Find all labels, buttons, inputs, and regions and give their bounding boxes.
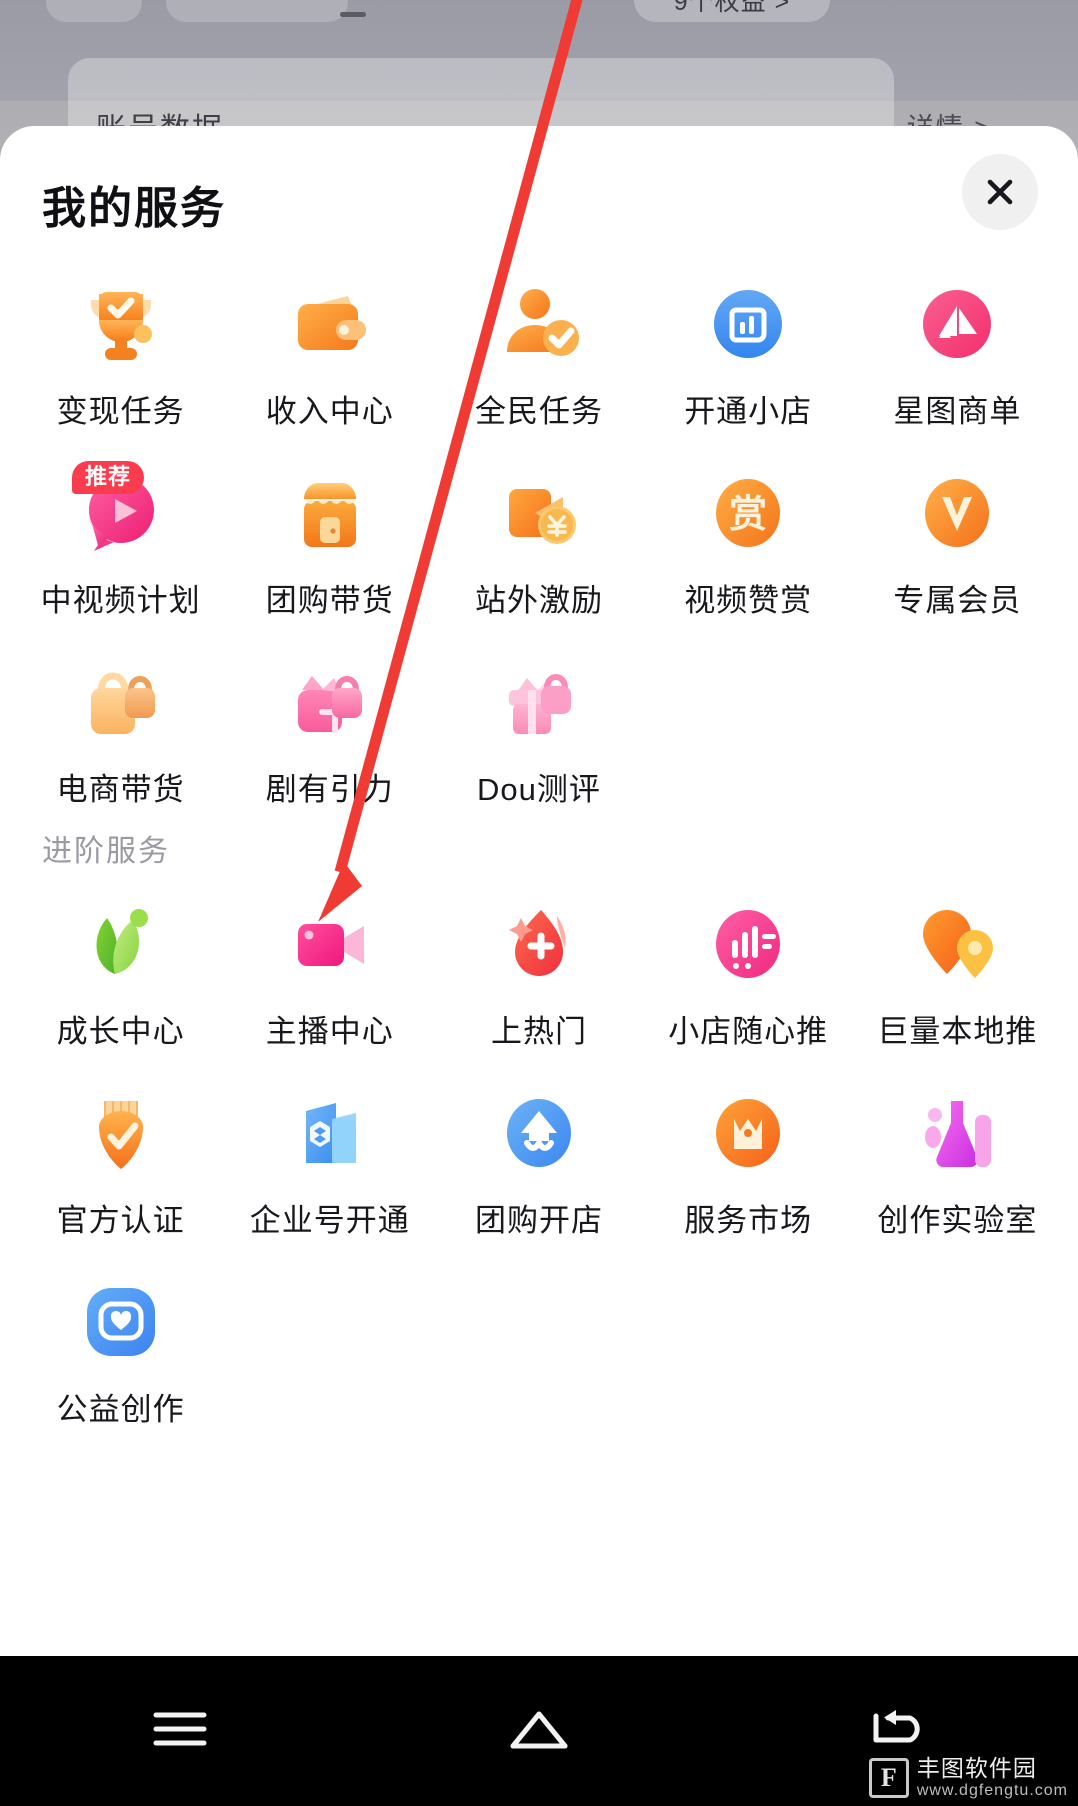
watermark-logo: F [868,1757,909,1798]
watermark-line1: 丰图软件园 [916,1755,1037,1782]
service-item-label: 巨量本地推 [877,1014,1038,1049]
service-item-团购带货[interactable]: 团购带货 [225,465,434,620]
charity-heart-icon [73,1274,169,1370]
service-item-主播中心[interactable]: 主播中心 [225,896,434,1051]
service-item-服务市场[interactable]: 服务市场 [644,1085,853,1240]
service-item-label: 小店随心推 [668,1014,829,1049]
location-pins-icon [909,896,1005,992]
background-dash [340,12,366,17]
service-item-上热门[interactable]: 上热门 [434,896,643,1051]
xingtu-star-icon [909,276,1005,372]
service-item-专属会员[interactable]: 专属会员 [853,465,1062,620]
service-item-label: 服务市场 [684,1203,813,1238]
service-item-巨量本地推[interactable]: 巨量本地推 [853,896,1062,1051]
background-pill-mid [166,0,348,22]
service-item-label: 站外激励 [474,583,603,618]
gift-box-icon [491,654,587,750]
video-camera-icon [282,896,378,992]
service-item-Dou测评[interactable]: Dou测评 [434,654,643,809]
service-item-全民任务[interactable]: 全民任务 [434,276,643,431]
service-item-label: 变现任务 [56,394,185,429]
service-item-label: 团购带货 [265,583,394,618]
my-services-grid: 变现任务 收入中心 全民任务 开通小店 星图商单 推荐中视频计划 团购带货 站外… [0,276,1078,809]
service-item-label: Dou测评 [477,772,601,807]
service-item-公益创作[interactable]: 公益创作 [16,1274,225,1429]
service-item-团购开店[interactable]: 团购开店 [434,1085,643,1240]
person-check-icon [491,276,587,372]
recommend-badge: 推荐 [72,461,145,495]
service-item-label: 电商带货 [56,772,185,807]
vip-v-icon [909,465,1005,561]
close-icon [980,172,1020,212]
service-item-label: 中视频计划 [40,583,201,618]
watermark: F 丰图软件园 www.dgfengtu.com [868,1755,1068,1800]
background-rights-pill: 9个权益 > [634,0,830,22]
home-button[interactable] [479,1691,599,1771]
video-yuan-icon [491,465,587,561]
service-item-小店随心推[interactable]: 小店随心推 [644,896,853,1051]
hamburger-icon [150,1707,210,1756]
promo-chart-icon [700,896,796,992]
service-item-label: 团购开店 [474,1203,603,1238]
service-item-成长中心[interactable]: 成长中心 [16,896,225,1051]
service-item-label: 官方认证 [56,1203,185,1238]
douyin-shop-icon [700,276,796,372]
watermark-line2: www.dgfengtu.com [916,1781,1068,1799]
trophy-check-icon [73,276,169,372]
reward-shang-icon: 赏 [700,465,796,561]
service-item-站外激励[interactable]: 站外激励 [434,465,643,620]
advanced-services-grid: 成长中心 主播中心 上热门 小店随心推 巨量本地推 官方认证 企业号开通 团购开… [0,896,1078,1429]
green-leaf-icon [73,896,169,992]
service-item-label: 视频赞赏 [684,583,813,618]
my-services-sheet: 我的服务 变现任务 收入中心 全民任务 开通小店 星图商单 推荐 中视频计划 团… [0,126,1078,1466]
service-item-label: 主播中心 [265,1014,394,1049]
service-item-中视频计划[interactable]: 推荐中视频计划 [16,461,225,620]
service-market-icon [700,1085,796,1181]
service-item-label: 专属会员 [893,583,1022,618]
service-item-变现任务[interactable]: 变现任务 [16,276,225,431]
service-item-label: 企业号开通 [249,1203,410,1238]
service-item-企业号开通[interactable]: 企业号开通 [225,1085,434,1240]
group-buy-icon [491,1085,587,1181]
service-item-label: 开通小店 [684,394,813,429]
sheet-title: 我的服务 [42,184,226,233]
service-item-星图商单[interactable]: 星图商单 [853,276,1062,431]
service-item-视频赞赏[interactable]: 赏视频赞赏 [644,465,853,620]
advanced-services-heading: 进阶服务 [42,835,170,868]
wallet-icon [282,276,378,372]
menu-button[interactable] [120,1691,240,1771]
service-item-label: 全民任务 [474,394,603,429]
shopping-bag-icon [73,654,169,750]
service-item-label: 创作实验室 [877,1203,1038,1238]
back-arrow-icon [866,1706,930,1757]
service-item-label: 上热门 [490,1014,587,1049]
enterprise-icon [282,1085,378,1181]
close-button[interactable] [962,154,1038,230]
screen-root: 9个权益 > 账号数据 详情 > 我的服务 变现任务 收入中心 [0,0,1078,1806]
service-item-电商带货[interactable]: 电商带货 [16,654,225,809]
service-item-label: 收入中心 [265,394,394,429]
drama-gift-icon [282,654,378,750]
service-item-官方认证[interactable]: 官方认证 [16,1085,225,1240]
service-item-创作实验室[interactable]: 创作实验室 [853,1085,1062,1240]
service-item-label: 公益创作 [56,1392,185,1427]
home-icon [507,1706,571,1757]
service-item-label: 剧有引力 [265,772,394,807]
service-item-开通小店[interactable]: 开通小店 [644,276,853,431]
verified-shield-icon [73,1085,169,1181]
flame-plus-icon [491,896,587,992]
section-my-services: 变现任务 收入中心 全民任务 开通小店 星图商单 推荐中视频计划 团购带货 站外… [0,276,1078,809]
storefront-icon [282,465,378,561]
lab-flask-icon [909,1085,1005,1181]
service-item-剧有引力[interactable]: 剧有引力 [225,654,434,809]
service-item-label: 成长中心 [56,1014,185,1049]
svg-text:赏: 赏 [729,492,767,536]
background-pill-left [46,0,142,22]
service-item-收入中心[interactable]: 收入中心 [225,276,434,431]
service-item-label: 星图商单 [893,394,1022,429]
section-advanced-services: 进阶服务 成长中心 主播中心 上热门 小店随心推 巨量本地推 官方认证 企业号开 [0,826,1078,1429]
